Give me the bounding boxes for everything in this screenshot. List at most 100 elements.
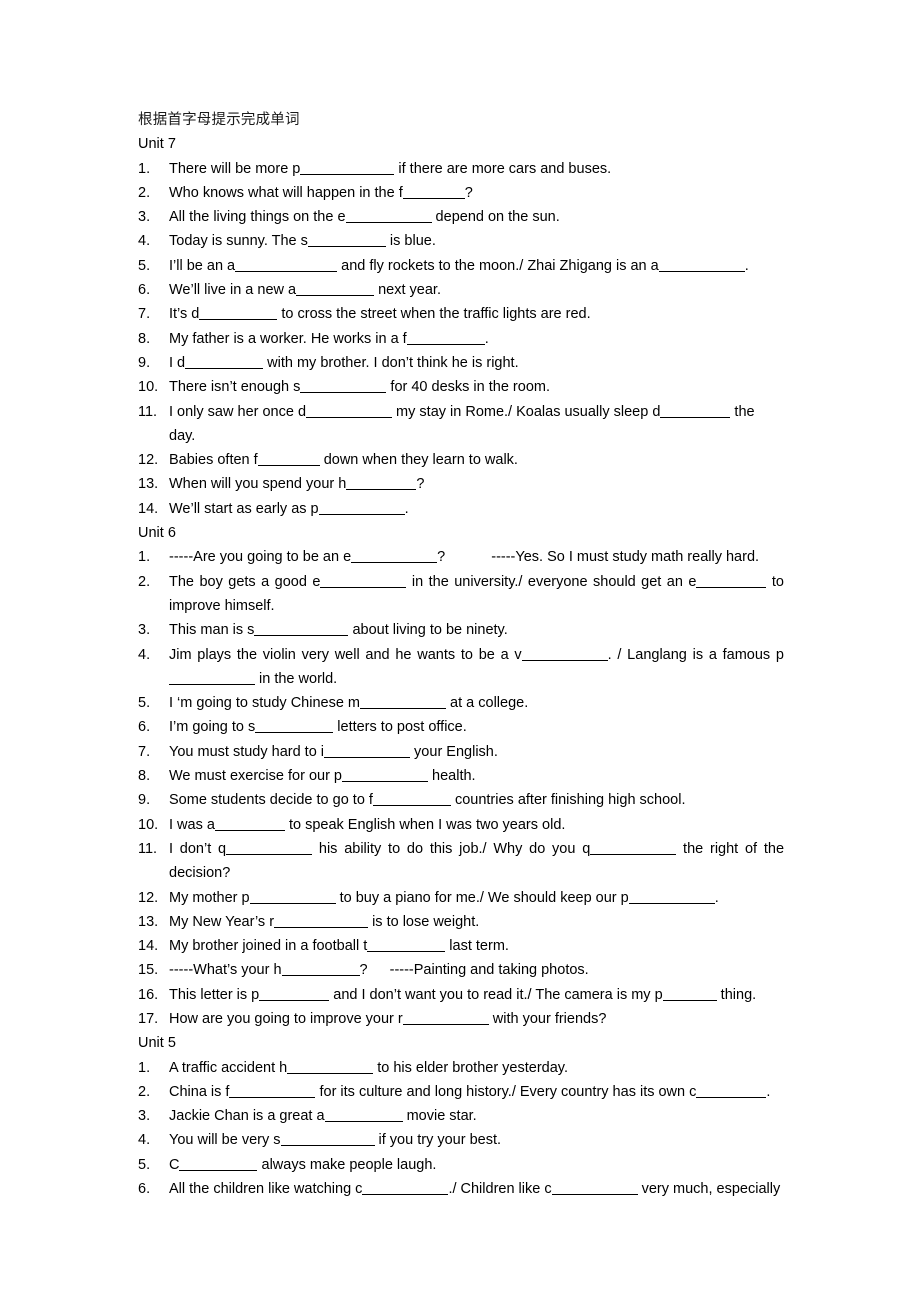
item-number: 13.: [138, 913, 159, 930]
exercise-item: 15. -----What’s your h? -----Painting and …: [138, 958, 784, 982]
exercise-item: 6. I’m going to s letters to post office.: [138, 715, 784, 739]
exercise-item: 9. Some students decide to go to f countr…: [138, 788, 784, 812]
document-title: 根据首字母提示完成单词: [138, 112, 300, 128]
answer-blank[interactable]: [226, 842, 313, 855]
item-text: You must study hard to i your English.: [164, 740, 784, 764]
item-text: Today is sunny. The s is blue.: [164, 229, 784, 253]
item-number: 16.: [138, 986, 159, 1003]
answer-blank[interactable]: [249, 891, 336, 904]
answer-blank[interactable]: [257, 453, 320, 467]
item-text-after-blank: my stay in Rome./ Koalas usually sleep d: [392, 403, 661, 420]
item-text-after-blank: in the university./ everyone should get …: [406, 573, 697, 590]
answer-blank-second[interactable]: [696, 575, 767, 588]
answer-blank[interactable]: [259, 988, 330, 1001]
answer-blank[interactable]: [351, 550, 438, 564]
exercise-item: 6. We’ll live in a new a next year.: [138, 278, 784, 302]
item-text-after-blank: if there are more cars and buses.: [394, 160, 612, 177]
exercise-item: 13. My New Year’s r is to lose weight.: [138, 910, 784, 934]
answer-blank[interactable]: [402, 186, 465, 199]
item-number: 4.: [138, 233, 151, 250]
answer-blank-second[interactable]: [658, 259, 745, 272]
item-text: -----What’s your h? -----Painting and tak…: [164, 958, 784, 982]
answer-blank[interactable]: [254, 623, 349, 637]
answer-blank[interactable]: [521, 648, 608, 661]
answer-blank-second[interactable]: [551, 1182, 638, 1196]
answer-blank-second[interactable]: [628, 891, 715, 904]
item-text-tail: thing.: [716, 986, 757, 1003]
answer-blank[interactable]: [342, 769, 428, 783]
answer-blank[interactable]: [287, 1061, 374, 1074]
answer-blank-second[interactable]: [590, 842, 677, 855]
item-text-after-blank: always make people laugh.: [257, 1156, 437, 1173]
answer-blank[interactable]: [406, 332, 485, 345]
item-text-after-blank: countries after finishing high school.: [450, 792, 686, 809]
answer-blank[interactable]: [185, 356, 264, 369]
answer-blank[interactable]: [274, 915, 369, 928]
item-number: 12.: [138, 452, 159, 469]
exercise-item: 3. All the living things on the e depend …: [138, 205, 784, 229]
answer-blank[interactable]: [346, 477, 417, 491]
exercise-item: 3. Jackie Chan is a great a movie star.: [138, 1104, 784, 1128]
answer-blank[interactable]: [345, 210, 432, 224]
item-text-before-blank: You must study hard to i: [169, 743, 325, 760]
exercise-item: 5. C always make people laugh.: [138, 1153, 784, 1177]
answer-blank[interactable]: [229, 1085, 316, 1098]
answer-blank[interactable]: [300, 380, 387, 394]
answer-blank[interactable]: [214, 818, 285, 831]
item-text-before-blank: My father is a worker. He works in a f: [169, 330, 407, 347]
item-text-after-blank: last term.: [445, 938, 509, 955]
exercise-item: 13. When will you spend your h?: [138, 472, 784, 496]
item-text: Who knows what will happen in the f?: [164, 181, 784, 205]
item-text-before-blank: This man is s: [169, 622, 255, 639]
answer-blank[interactable]: [306, 405, 393, 418]
item-number: 3.: [138, 622, 151, 639]
answer-blank[interactable]: [281, 963, 360, 977]
answer-blank[interactable]: [372, 793, 451, 807]
item-text-before-blank: We’ll start as early as p: [169, 500, 319, 517]
exercise-item: 14. We’ll start as early as p.: [138, 497, 784, 521]
item-text-after-blank: about living to be ninety.: [348, 622, 508, 639]
item-text: I ‘m going to study Chinese m at a colle…: [164, 691, 784, 715]
answer-blank-second[interactable]: [660, 405, 731, 418]
item-text: -----Are you going to be an e? -----Yes. …: [164, 545, 784, 569]
answer-blank[interactable]: [318, 502, 405, 515]
answer-blank[interactable]: [235, 259, 338, 272]
exercise-item: 3. This man is s about living to be ninet…: [138, 618, 784, 642]
answer-blank[interactable]: [360, 696, 447, 710]
answer-blank-second[interactable]: [696, 1085, 767, 1098]
answer-blank[interactable]: [402, 1012, 489, 1025]
units-container: Unit 7 1. There will be more p if there ar…: [138, 132, 784, 1201]
item-text: I’ll be an a and fly rockets to the moon…: [164, 254, 784, 278]
answer-blank-second[interactable]: [169, 672, 255, 685]
answer-blank[interactable]: [362, 1182, 449, 1196]
answer-blank[interactable]: [255, 720, 334, 734]
item-text-before-blank: -----Are you going to be an e: [169, 549, 352, 566]
answer-blank[interactable]: [324, 1109, 403, 1123]
item-text-tail: in the world.: [255, 670, 338, 687]
item-text: It’s d to cross the street when the traf…: [164, 302, 784, 326]
exercise-item: 16. This letter is p and I don’t want you…: [138, 983, 784, 1007]
item-text-after-blank: ?: [464, 184, 473, 201]
answer-blank[interactable]: [367, 939, 446, 953]
answer-blank[interactable]: [324, 745, 411, 758]
item-text-before-blank: We’ll live in a new a: [169, 282, 297, 299]
answer-blank[interactable]: [300, 162, 395, 175]
item-text-after-blank: .: [484, 330, 489, 347]
item-text-before-blank: China is f: [169, 1083, 230, 1100]
item-text-after-blank: is blue.: [385, 233, 436, 250]
item-text-before-blank: C: [169, 1156, 180, 1173]
answer-blank[interactable]: [296, 283, 375, 297]
exercise-item: 5. I ‘m going to study Chinese m at a col…: [138, 691, 784, 715]
answer-blank-second[interactable]: [662, 988, 717, 1001]
answer-blank[interactable]: [307, 234, 386, 248]
exercise-item: 5. I’ll be an a and fly rockets to the mo…: [138, 254, 784, 278]
exercise-item: 7. You must study hard to i your English.: [138, 740, 784, 764]
answer-blank[interactable]: [320, 575, 407, 588]
item-number: 2.: [138, 1083, 151, 1100]
exercise-item: 9. I d with my brother. I don’t think he …: [138, 351, 784, 375]
item-number: 10.: [138, 816, 159, 833]
answer-blank[interactable]: [199, 307, 278, 321]
answer-blank[interactable]: [179, 1158, 258, 1171]
answer-blank[interactable]: [280, 1133, 375, 1147]
item-text: We must exercise for our p health.: [164, 764, 784, 788]
